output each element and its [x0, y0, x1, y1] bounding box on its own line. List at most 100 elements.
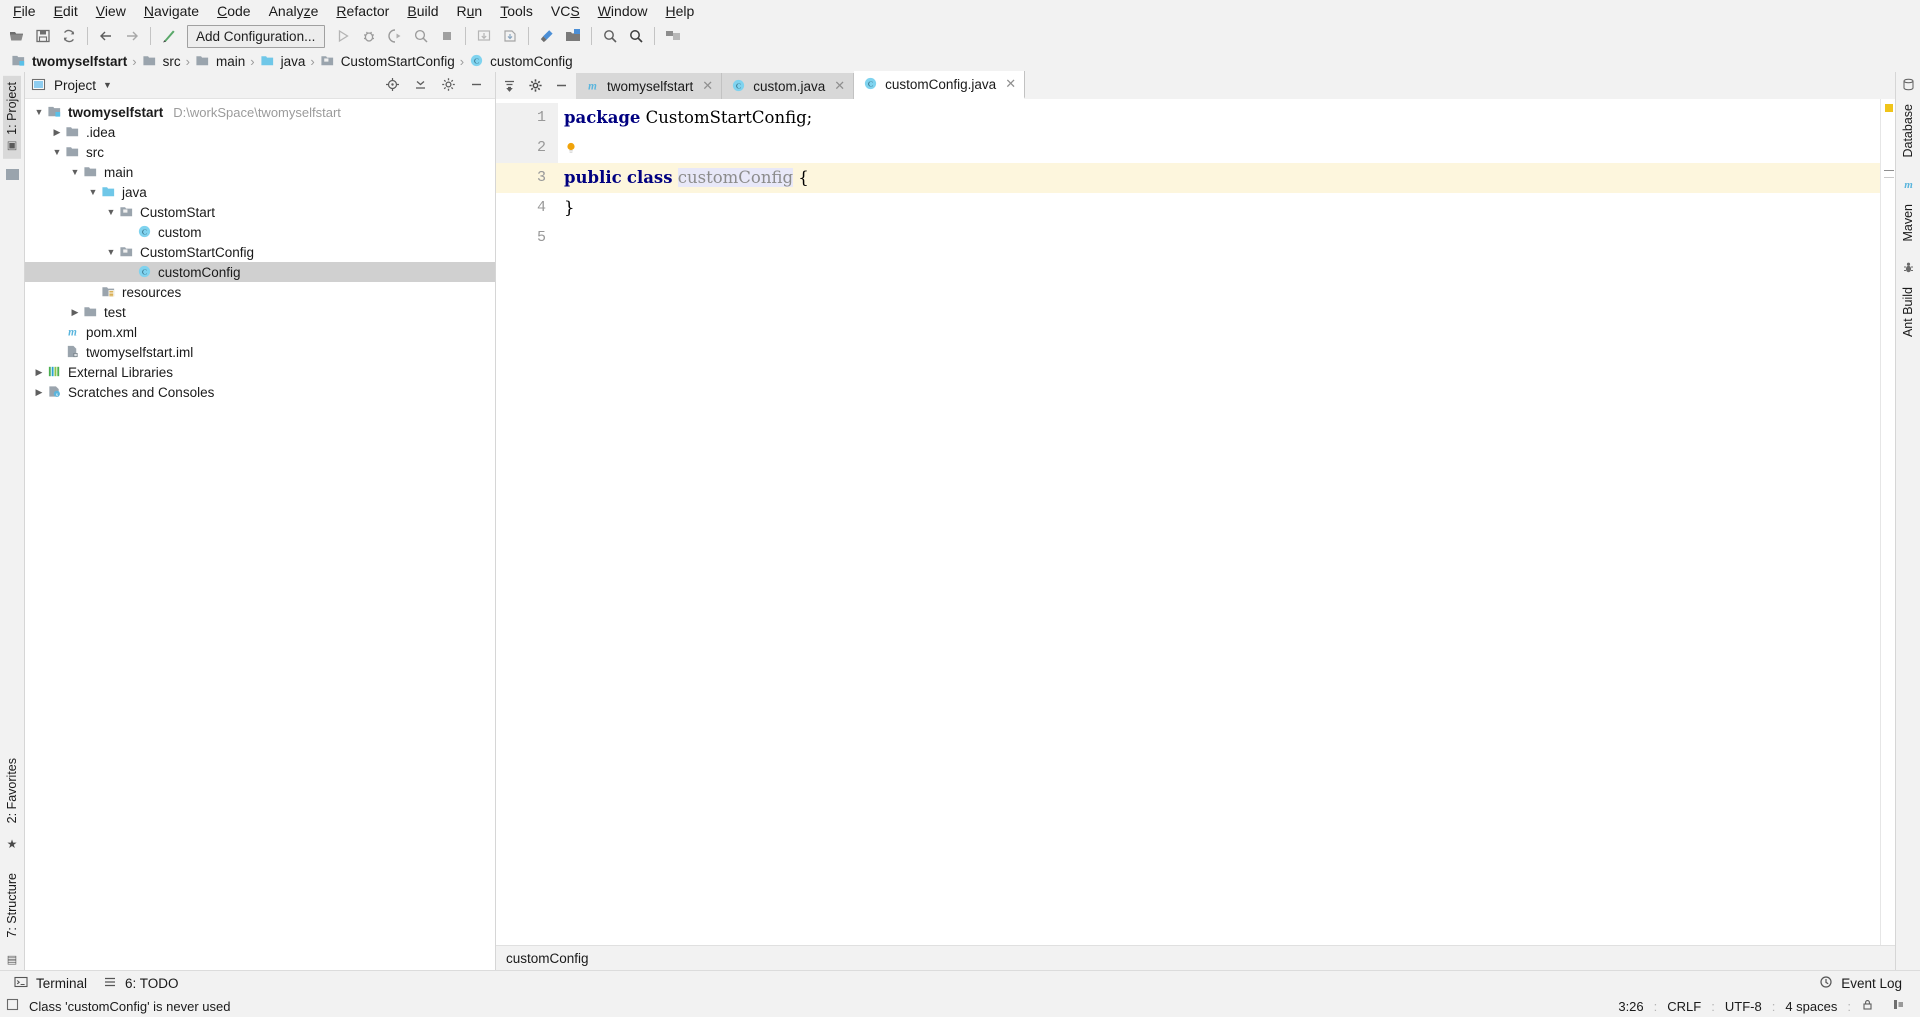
tree-node-java[interactable]: ▼ java — [25, 182, 495, 202]
menu-item-window[interactable]: Window — [589, 0, 657, 22]
code-line-3[interactable]: public class customConfig { — [558, 163, 1880, 193]
editor-gutter[interactable]: 12345 — [496, 99, 558, 945]
tree-node-scratches-and-consoles[interactable]: ▶ s Scratches and Consoles — [25, 382, 495, 402]
project-panel-title-group[interactable]: Project ▼ — [31, 77, 112, 93]
chevron-right-icon[interactable]: ▶ — [49, 127, 65, 138]
code-line-4[interactable]: } — [558, 193, 1880, 223]
indent-setting[interactable]: 4 spaces — [1776, 998, 1846, 1015]
intention-bulb-icon[interactable] — [564, 135, 578, 153]
run-configuration-selector[interactable]: Add Configuration... — [187, 24, 325, 48]
profile-icon[interactable] — [408, 24, 434, 48]
update-project-icon[interactable] — [471, 24, 497, 48]
bottom-item-event-log[interactable]: Event Log — [1811, 973, 1910, 993]
tree-node-customstart[interactable]: ▼ CustomStart — [25, 202, 495, 222]
hide-icon[interactable] — [554, 78, 570, 94]
code-editor[interactable]: 12345 package CustomStartConfig; public c… — [496, 99, 1895, 945]
file-encoding[interactable]: UTF-8 — [1716, 998, 1771, 1015]
back-icon[interactable] — [93, 24, 119, 48]
hide-icon[interactable] — [469, 77, 485, 93]
close-icon[interactable]: ✕ — [834, 78, 845, 94]
sidebar-item-project[interactable]: ▣ 1: Project — [3, 76, 21, 159]
sort-icon[interactable] — [502, 78, 518, 94]
menu-item-help[interactable]: Help — [657, 0, 704, 22]
chevron-down-icon[interactable]: ▼ — [31, 107, 47, 117]
tree-node-resources[interactable]: resources — [25, 282, 495, 302]
editor-tab-customconfig-java[interactable]: CcustomConfig.java ✕ — [854, 71, 1026, 99]
tree-node-pom-xml[interactable]: m pom.xml — [25, 322, 495, 342]
menu-item-navigate[interactable]: Navigate — [135, 0, 208, 22]
debug-icon[interactable] — [356, 24, 382, 48]
menu-item-vcs[interactable]: VCS — [542, 0, 589, 22]
tree-node-twomyselfstart[interactable]: ▼ twomyselfstart D:\workSpace\twomyselfsta… — [25, 102, 495, 122]
breadcrumb-item-twomyselfstart[interactable]: twomyselfstart — [8, 52, 130, 70]
breadcrumb-item-src[interactable]: src — [139, 52, 184, 70]
bottom-item-todo[interactable]: 6: TODO — [95, 973, 187, 993]
save-all-icon[interactable] — [30, 24, 56, 48]
chevron-down-icon[interactable]: ▼ — [103, 80, 112, 90]
chevron-down-icon[interactable]: ▼ — [103, 207, 119, 217]
caret-position[interactable]: 3:26 — [1609, 998, 1652, 1015]
search-everywhere-icon[interactable] — [597, 24, 623, 48]
line-separator[interactable]: CRLF — [1658, 998, 1710, 1015]
line-number-5[interactable]: 5 — [496, 223, 558, 253]
line-number-3[interactable]: 3 — [496, 163, 558, 193]
menu-item-tools[interactable]: Tools — [491, 0, 542, 22]
tree-node-customconfig[interactable]: CcustomConfig — [25, 262, 495, 282]
settings-gear-icon[interactable] — [528, 78, 544, 94]
tree-node-test[interactable]: ▶ test — [25, 302, 495, 322]
collapse-all-icon[interactable] — [413, 77, 429, 93]
menu-item-run[interactable]: Run — [448, 0, 492, 22]
layout-icon[interactable] — [660, 24, 686, 48]
chevron-down-icon[interactable]: ▼ — [85, 187, 101, 197]
editor-tab-twomyselfstart[interactable]: m twomyselfstart ✕ — [576, 73, 723, 99]
menu-item-code[interactable]: Code — [208, 0, 259, 22]
menu-item-file[interactable]: File — [4, 0, 45, 22]
commit-icon[interactable] — [497, 24, 523, 48]
menu-item-view[interactable]: View — [87, 0, 135, 22]
settings-icon[interactable] — [534, 24, 560, 48]
line-number-2[interactable]: 2 — [496, 133, 558, 163]
locate-icon[interactable] — [385, 77, 401, 93]
chevron-right-icon[interactable]: ▶ — [31, 387, 47, 398]
menu-item-analyze[interactable]: Analyze — [260, 0, 328, 22]
editor-tab-custom-java[interactable]: Ccustom.java ✕ — [722, 73, 855, 99]
line-number-1[interactable]: 1 — [496, 103, 558, 133]
chevron-right-icon[interactable]: ▶ — [31, 367, 47, 378]
forward-icon[interactable] — [119, 24, 145, 48]
right-rail-item-maven[interactable]: m Maven — [1899, 178, 1917, 248]
menu-item-refactor[interactable]: Refactor — [327, 0, 398, 22]
breadcrumb-item-java[interactable]: java — [257, 52, 309, 70]
code-line-2[interactable] — [558, 133, 1880, 163]
right-rail-item-ant-build[interactable]: Ant Build — [1899, 261, 1917, 343]
close-icon[interactable]: ✕ — [1005, 76, 1016, 92]
code-line-5[interactable] — [558, 223, 1880, 253]
lock-icon[interactable] — [1852, 997, 1883, 1015]
editor-code[interactable]: package CustomStartConfig; public class c… — [558, 99, 1880, 945]
sidebar-item-structure[interactable]: 7: Structure — [3, 867, 21, 944]
chevron-down-icon[interactable]: ▼ — [103, 247, 119, 257]
stop-icon[interactable] — [434, 24, 460, 48]
chevron-down-icon[interactable]: ▼ — [67, 167, 83, 177]
chevron-right-icon[interactable]: ▶ — [67, 307, 83, 318]
tree-node-main[interactable]: ▼ main — [25, 162, 495, 182]
warning-marker[interactable] — [1885, 104, 1893, 112]
tree-node-src[interactable]: ▼ src — [25, 142, 495, 162]
breadcrumb-item-main[interactable]: main — [192, 52, 248, 70]
sync-icon[interactable] — [56, 24, 82, 48]
tree-node-customstartconfig[interactable]: ▼ CustomStartConfig — [25, 242, 495, 262]
build-icon[interactable] — [156, 24, 182, 48]
breadcrumb-item-customstartconfig[interactable]: CustomStartConfig — [317, 52, 458, 70]
project-tree[interactable]: ▼ twomyselfstart D:\workSpace\twomyselfsta… — [25, 99, 495, 970]
breadcrumb-item-customconfig[interactable]: CcustomConfig — [466, 52, 576, 70]
line-number-4[interactable]: 4 — [496, 193, 558, 223]
tree-node--idea[interactable]: ▶ .idea — [25, 122, 495, 142]
close-icon[interactable]: ✕ — [702, 78, 713, 94]
settings-icon[interactable] — [441, 77, 457, 93]
right-rail-item-database[interactable]: Database — [1899, 78, 1917, 164]
menu-item-build[interactable]: Build — [398, 0, 447, 22]
tree-node-twomyselfstart-iml[interactable]: twomyselfstart.iml — [25, 342, 495, 362]
git-branch-icon[interactable] — [1883, 997, 1914, 1015]
run-coverage-icon[interactable] — [382, 24, 408, 48]
code-line-1[interactable]: package CustomStartConfig; — [558, 103, 1880, 133]
tree-node-custom[interactable]: Ccustom — [25, 222, 495, 242]
